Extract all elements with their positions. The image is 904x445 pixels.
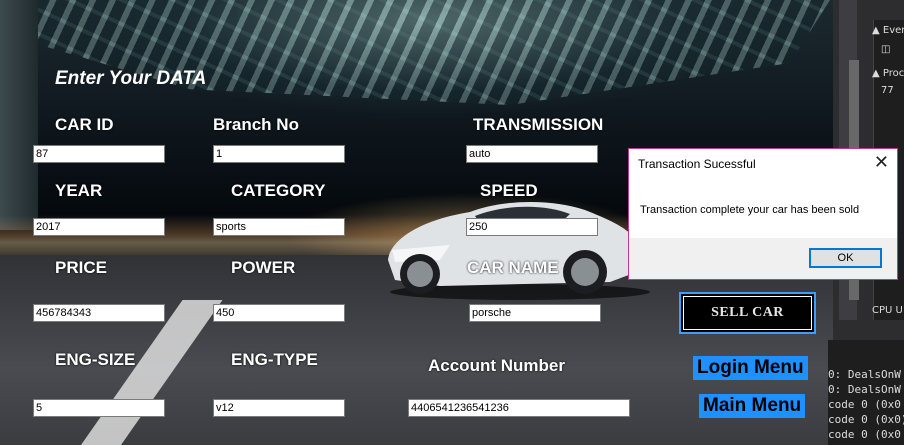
- console-line: code 0 (0x0: [828, 398, 901, 411]
- process-section[interactable]: ▲ Proc: [872, 68, 904, 79]
- power-input[interactable]: 450: [213, 304, 345, 322]
- background-wall: [0, 0, 38, 230]
- console-line: code 0 (0x0): [828, 413, 904, 426]
- console-line: 0: DealsOnW: [828, 383, 901, 396]
- car-id-input[interactable]: 87: [33, 145, 165, 163]
- transmission-input[interactable]: auto: [466, 145, 598, 163]
- speed-input[interactable]: 250: [466, 218, 598, 236]
- eng-type-input[interactable]: v12: [213, 399, 345, 417]
- price-label: PRICE: [55, 258, 107, 277]
- sell-car-button[interactable]: SELL CAR: [679, 292, 816, 334]
- dialog-footer: OK: [629, 238, 897, 279]
- price-input[interactable]: 456784343: [33, 304, 165, 322]
- year-label: YEAR: [55, 181, 103, 200]
- branch-no-input[interactable]: 1: [213, 145, 345, 163]
- year-input[interactable]: 2017: [33, 218, 165, 236]
- category-input[interactable]: sports: [213, 218, 345, 236]
- pause-icon[interactable]: ◫: [881, 44, 890, 55]
- console-line: code 0 (0x0: [828, 428, 901, 441]
- eng-size-input[interactable]: 5: [33, 399, 165, 417]
- console-line: 0: DealsOnW: [828, 368, 901, 381]
- form-heading: Enter Your DATA: [55, 68, 207, 89]
- close-icon[interactable]: ✕: [874, 152, 889, 173]
- car-image: [388, 201, 650, 300]
- transmission-label: TRANSMISSION: [473, 115, 604, 134]
- category-label: CATEGORY: [231, 181, 326, 200]
- cpu-usage-tab[interactable]: CPU U: [872, 305, 903, 316]
- output-console: 0: DealsOnW 0: DealsOnW code 0 (0x0 code…: [828, 340, 904, 445]
- events-section[interactable]: ▲ Even: [872, 25, 904, 36]
- speed-label: SPEED: [480, 181, 538, 200]
- ok-button[interactable]: OK: [809, 248, 882, 268]
- car-name-input[interactable]: porsche: [469, 304, 601, 322]
- main-menu-button[interactable]: Main Menu: [699, 394, 806, 418]
- events-label: Even: [882, 25, 904, 36]
- account-number-label: Account Number: [428, 356, 565, 375]
- login-menu-button[interactable]: Login Menu: [693, 356, 808, 380]
- car-name-label: CAR NAME: [467, 258, 559, 277]
- account-number-input[interactable]: 4406541236541236: [408, 399, 630, 417]
- transaction-dialog: Transaction Sucessful ✕ Transaction comp…: [628, 148, 898, 280]
- dialog-message: Transaction complete your car has been s…: [640, 204, 860, 216]
- car-id-label: CAR ID: [55, 115, 114, 134]
- eng-type-label: ENG-TYPE: [231, 350, 318, 369]
- process-label: Proc: [882, 68, 904, 79]
- eng-size-label: ENG-SIZE: [55, 350, 136, 369]
- branch-no-label: Branch No: [213, 115, 299, 134]
- dialog-title: Transaction Sucessful: [638, 157, 756, 171]
- process-value: 77: [881, 85, 894, 96]
- power-label: POWER: [231, 258, 296, 277]
